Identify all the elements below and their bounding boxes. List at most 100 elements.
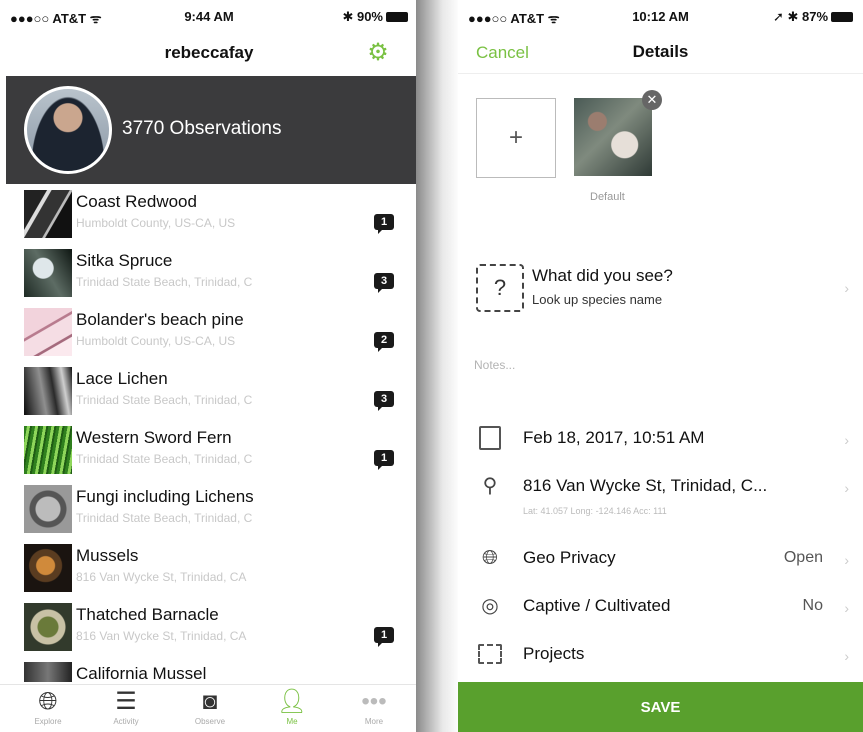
geo-privacy-label: Geo Privacy: [523, 548, 616, 567]
calendar-icon: [476, 424, 504, 452]
observation-thumbnail: [24, 190, 72, 238]
list-item[interactable]: Thatched Barnacle 816 Van Wycke St, Trin…: [0, 603, 418, 662]
species-lookup-hint: Look up species name: [532, 292, 663, 307]
species-name: Thatched Barnacle: [76, 605, 219, 624]
observation-thumbnail: [24, 249, 72, 297]
folder-icon: [476, 640, 504, 668]
tab-me[interactable]: 👤︎ Me: [262, 687, 322, 726]
chevron-right-icon: ›: [844, 432, 849, 448]
battery-icon: [831, 12, 853, 22]
place-name: Trinidad State Beach, Trinidad, C: [76, 275, 253, 289]
captive-value: No: [802, 597, 823, 614]
place-name: 816 Van Wycke St, Trinidad, CA: [76, 570, 247, 584]
place-name: 816 Van Wycke St, Trinidad, CA: [76, 629, 247, 643]
globe-icon: 🌐︎: [38, 688, 58, 715]
battery-indicator: ✱ 90%: [342, 9, 408, 25]
species-name: Fungi including Lichens: [76, 487, 254, 506]
list-item[interactable]: Bolander's beach pine Humboldt County, U…: [0, 308, 418, 367]
more-icon: •••: [361, 688, 387, 715]
chevron-right-icon: ›: [844, 552, 849, 568]
location-address: 816 Van Wycke St, Trinidad, C...: [523, 476, 768, 495]
tab-label: More: [364, 717, 384, 726]
observation-thumbnail: [24, 367, 72, 415]
globe-icon: 🌐︎: [482, 547, 498, 569]
battery-icon: [386, 12, 408, 22]
tab-label: Activity: [113, 717, 139, 726]
tab-activity[interactable]: ☰ Activity: [96, 687, 156, 726]
captive-icon: ◎: [481, 595, 499, 617]
left-screen-me: ●●●○○ AT&T ᯤ 9:44 AM ✱ 90% rebeccafay ⚙ …: [0, 0, 418, 732]
battery-indicator: ➚ ✱ 87%: [773, 9, 853, 25]
species-name: Bolander's beach pine: [76, 310, 244, 329]
battery-percent: ➚ ✱ 87%: [772, 9, 828, 24]
list-item[interactable]: Western Sword Fern Trinidad State Beach,…: [0, 426, 418, 485]
profile-header: 3770 Observations: [6, 76, 418, 184]
person-icon: 👤︎: [276, 688, 308, 715]
species-name: Sitka Spruce: [76, 251, 173, 270]
default-photo-label: Default: [590, 191, 625, 203]
nav-bar: rebeccafay ⚙: [0, 32, 418, 74]
comment-count-badge: 1: [374, 214, 394, 234]
location-pin-icon: ⚲: [482, 475, 498, 497]
chevron-right-icon: ›: [844, 280, 849, 296]
captive-row[interactable]: ◎ Captive / Cultivated No ›: [476, 592, 863, 636]
date-value: Feb 18, 2017, 10:51 AM: [523, 428, 705, 447]
add-photo-button[interactable]: +: [476, 98, 556, 178]
place-name: Trinidad State Beach, Trinidad, C: [76, 452, 253, 466]
projects-row[interactable]: Projects ›: [476, 640, 863, 684]
observation-thumbnail: [24, 485, 72, 533]
date-row[interactable]: Feb 18, 2017, 10:51 AM ›: [476, 424, 863, 468]
chevron-right-icon: ›: [844, 480, 849, 496]
place-name: Humboldt County, US-CA, US: [76, 334, 236, 348]
place-name: Trinidad State Beach, Trinidad, C: [76, 393, 253, 407]
tab-label: Me: [286, 717, 298, 726]
comment-count-badge: 3: [374, 391, 394, 411]
question-icon: ?: [476, 264, 524, 312]
chevron-right-icon: ›: [844, 600, 849, 616]
species-picker[interactable]: ? What did you see? Look up species name…: [476, 264, 863, 314]
observation-photo[interactable]: [574, 98, 652, 176]
species-name: Lace Lichen: [76, 369, 168, 388]
geo-privacy-row[interactable]: 🌐︎ Geo Privacy Open ›: [476, 544, 863, 588]
species-prompt: What did you see?: [532, 266, 673, 285]
place-name: Trinidad State Beach, Trinidad, C: [76, 511, 253, 525]
battery-percent: ✱ 90%: [342, 9, 383, 24]
list-item[interactable]: Mussels 816 Van Wycke St, Trinidad, CA: [0, 544, 418, 603]
save-button[interactable]: SAVE: [458, 682, 863, 732]
page-title: Details: [632, 42, 689, 61]
comment-count-badge: 2: [374, 332, 394, 352]
projects-label: Projects: [523, 644, 585, 663]
notes-field[interactable]: Notes...: [474, 358, 515, 372]
tab-explore[interactable]: 🌐︎ Explore: [18, 687, 78, 726]
tab-more[interactable]: ••• More: [344, 687, 404, 726]
comment-count-badge: 1: [374, 450, 394, 470]
status-bar: ●●●○○ AT&T ᯤ 9:44 AM ✱ 90%: [0, 0, 418, 32]
screen-divider: [416, 0, 460, 732]
username-title: rebeccafay: [164, 43, 254, 62]
species-name: Western Sword Fern: [76, 428, 232, 447]
species-name: Coast Redwood: [76, 192, 197, 211]
location-coordinates: Lat: 41.057 Long: -124.146 Acc: 111: [523, 506, 667, 516]
status-bar: ●●●○○ AT&T ᯤ 10:12 AM ➚ ✱ 87%: [458, 0, 863, 32]
list-item[interactable]: Sitka Spruce Trinidad State Beach, Trini…: [0, 249, 418, 308]
observation-thumbnail: [24, 544, 72, 592]
observation-count: 3770 Observations: [122, 118, 282, 139]
list-item[interactable]: Lace Lichen Trinidad State Beach, Trinid…: [0, 367, 418, 426]
close-icon[interactable]: ✕: [642, 90, 662, 110]
avatar[interactable]: [24, 86, 112, 174]
comment-count-badge: 1: [374, 627, 394, 647]
list-icon: ☰: [115, 688, 137, 715]
tab-observe[interactable]: ◙ Observe: [180, 687, 240, 726]
camera-icon: ◙: [202, 688, 218, 715]
tab-bar: 🌐︎ Explore ☰ Activity ◙ Observe 👤︎ Me ••…: [0, 684, 418, 732]
species-name: Mussels: [76, 546, 139, 565]
tab-label: Observe: [194, 717, 226, 726]
observation-thumbnail: [24, 426, 72, 474]
observation-thumbnail: [24, 308, 72, 356]
gear-icon[interactable]: ⚙: [366, 41, 390, 65]
geo-privacy-value: Open: [783, 549, 823, 566]
chevron-right-icon: ›: [844, 648, 849, 664]
place-name: Humboldt County, US-CA, US: [76, 216, 236, 230]
list-item[interactable]: Coast Redwood Humboldt County, US-CA, US…: [0, 190, 418, 249]
list-item[interactable]: Fungi including Lichens Trinidad State B…: [0, 485, 418, 544]
